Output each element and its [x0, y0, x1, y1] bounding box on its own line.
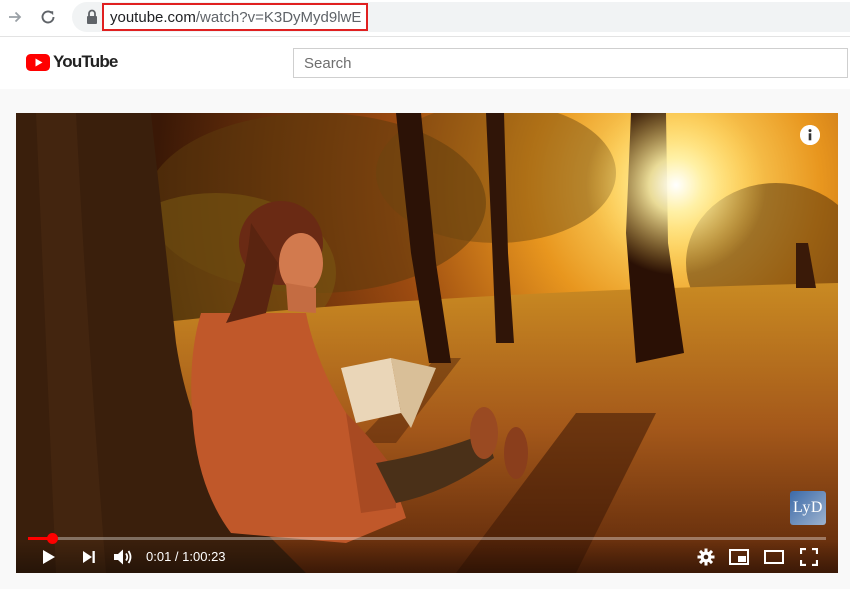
video-player[interactable]: LyD 0:01 / 1:00:23 [16, 113, 838, 573]
youtube-play-logo-icon [26, 53, 50, 71]
theater-mode-icon [764, 550, 784, 564]
url-path: /watch?v=K3DyMyd9lwE [195, 9, 362, 26]
time-display: 0:01 / 1:00:23 [146, 549, 226, 564]
reload-icon [41, 10, 55, 24]
miniplayer-icon [729, 549, 749, 565]
fullscreen-button[interactable] [799, 547, 819, 567]
volume-button[interactable] [112, 547, 134, 567]
youtube-header: YouTube [0, 37, 850, 89]
next-button[interactable] [80, 547, 98, 567]
address-bar[interactable]: youtube.com/watch?v=K3DyMyd9lwE [72, 2, 850, 32]
arrow-right-icon [9, 11, 22, 23]
theater-mode-button[interactable] [763, 547, 785, 567]
url-domain: youtube.com [110, 9, 196, 26]
youtube-logo-text: YouTube [53, 52, 118, 71]
url-highlight-box: youtube.com/watch?v=K3DyMyd9lwE [102, 3, 368, 31]
watermark-text: LyD [793, 499, 823, 516]
progress-bar[interactable] [28, 533, 826, 544]
settings-button[interactable] [696, 547, 716, 567]
duration: 1:00:23 [182, 549, 226, 564]
info-icon [800, 125, 820, 145]
forward-button[interactable] [4, 6, 26, 28]
reload-button[interactable] [37, 6, 59, 28]
channel-watermark[interactable]: LyD [790, 491, 826, 525]
volume-icon [114, 549, 132, 565]
url-text[interactable]: youtube.com/watch?v=K3DyMyd9lwE [110, 9, 361, 26]
time-separator: / [171, 549, 183, 564]
youtube-logo[interactable]: YouTube [26, 52, 118, 72]
play-icon [43, 550, 55, 564]
play-button[interactable] [40, 547, 58, 567]
lock-icon [87, 9, 97, 24]
miniplayer-button[interactable] [728, 547, 750, 567]
info-button[interactable] [800, 125, 820, 145]
browser-toolbar: youtube.com/watch?v=K3DyMyd9lwE [0, 0, 850, 37]
current-time: 0:01 [146, 549, 172, 564]
player-controls: 0:01 / 1:00:23 [16, 541, 838, 573]
fullscreen-icon [800, 548, 818, 566]
gear-icon [697, 548, 715, 566]
video-frame [16, 113, 838, 573]
search-input[interactable] [293, 48, 848, 78]
skip-next-icon [83, 551, 95, 563]
